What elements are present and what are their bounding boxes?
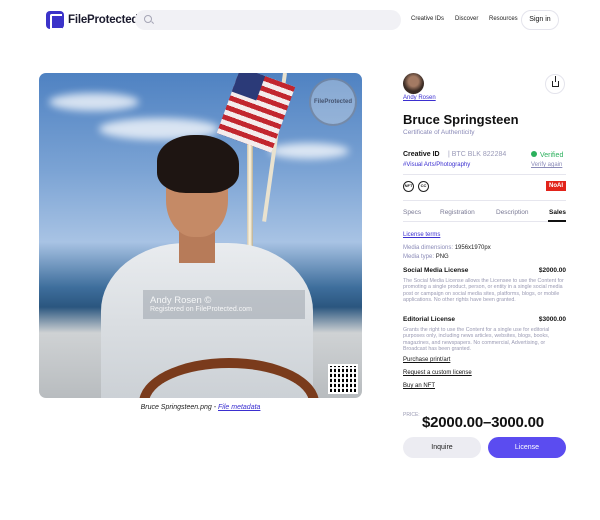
category-tag[interactable]: #Visual Arts/Photography bbox=[403, 162, 470, 168]
media-type: Media type: PNG bbox=[403, 254, 449, 260]
search-icon bbox=[144, 15, 152, 23]
person-hair bbox=[157, 135, 239, 193]
verified-label: Verified bbox=[540, 152, 564, 159]
tab-sales[interactable]: Sales bbox=[549, 209, 566, 216]
inquire-button[interactable]: Inquire bbox=[403, 437, 481, 458]
editorial-license-price: $3000.00 bbox=[538, 316, 566, 323]
active-tab-indicator bbox=[548, 220, 566, 222]
buy-nft-link[interactable]: Buy an NFT bbox=[403, 383, 435, 389]
media-dimensions-label: Media dimensions: bbox=[403, 245, 454, 251]
author-avatar[interactable] bbox=[403, 73, 424, 94]
tabs-divider bbox=[403, 221, 566, 222]
share-button[interactable] bbox=[545, 74, 565, 94]
fileprotected-logo-icon bbox=[46, 11, 64, 30]
top-header: FileProtected Creative IDs Discover Reso… bbox=[0, 0, 600, 40]
noai-badge: NoAI bbox=[546, 181, 566, 191]
cloud-shape bbox=[49, 93, 139, 111]
watermark-subtitle: Registered on FileProtected.com bbox=[150, 306, 252, 313]
social-media-license-description: The Social Media License allows the Lice… bbox=[403, 278, 564, 304]
social-media-license-title[interactable]: Social Media License bbox=[403, 267, 468, 274]
license-button[interactable]: License bbox=[488, 437, 566, 458]
media-type-label: Media type: bbox=[403, 254, 435, 260]
artwork-title: Bruce Springsteen bbox=[403, 112, 519, 127]
certificate-subtitle: Certificate of Authenticity bbox=[403, 129, 475, 136]
tab-registration[interactable]: Registration bbox=[440, 209, 475, 216]
american-flag bbox=[216, 73, 296, 153]
request-custom-license-link[interactable]: Request a custom license bbox=[403, 370, 472, 376]
creative-id-value: | BTC BLK 822284 bbox=[448, 151, 507, 158]
tab-specs[interactable]: Specs bbox=[403, 209, 421, 216]
divider bbox=[403, 174, 566, 175]
check-circle-icon bbox=[531, 151, 537, 157]
verified-status: Verified bbox=[531, 151, 563, 159]
watermark-title: Andy Rosen © bbox=[150, 295, 212, 306]
search-input[interactable] bbox=[157, 10, 397, 30]
media-dimensions: Media dimensions: 1956x1970px bbox=[403, 245, 491, 251]
artwork-image[interactable]: Andy Rosen © Registered on FileProtected… bbox=[39, 73, 362, 398]
creative-id-label: Creative ID bbox=[403, 151, 440, 158]
creative-commons-icon: CC bbox=[418, 181, 429, 192]
purchase-print-link[interactable]: Purchase print/art bbox=[403, 357, 450, 363]
social-media-license-price: $2000.00 bbox=[538, 267, 566, 274]
price-range: $2000.00–3000.00 bbox=[422, 414, 544, 431]
author-link[interactable]: Andy Rosen bbox=[403, 95, 436, 101]
license-terms-link[interactable]: License terms bbox=[403, 232, 440, 238]
editorial-license-title[interactable]: Editorial License bbox=[403, 316, 455, 323]
stamp-text: FileProtected bbox=[313, 99, 352, 105]
brand-logo[interactable]: FileProtected bbox=[46, 11, 139, 30]
media-dimensions-value: 1956x1970px bbox=[454, 245, 491, 251]
sign-in-button[interactable]: Sign in bbox=[521, 10, 559, 30]
nav-discover[interactable]: Discover bbox=[455, 16, 478, 22]
qr-code-icon[interactable] bbox=[328, 364, 358, 394]
image-caption: Bruce Springsteen.png - File metadata bbox=[39, 404, 362, 411]
brand-name: FileProtected bbox=[68, 14, 139, 26]
editorial-license-description: Grants the right to use the Content for … bbox=[403, 327, 550, 353]
nft-icon: NFT bbox=[403, 181, 414, 192]
verify-again-link[interactable]: Verify again bbox=[531, 162, 562, 168]
nav-resources[interactable]: Resources bbox=[489, 16, 518, 22]
caption-filename: Bruce Springsteen.png bbox=[140, 404, 212, 411]
tab-description[interactable]: Description bbox=[496, 209, 529, 216]
media-type-value: PNG bbox=[435, 254, 449, 260]
search-bar[interactable] bbox=[135, 10, 401, 30]
cloud-shape bbox=[269, 143, 349, 159]
price-label: PRICE: bbox=[403, 412, 420, 418]
divider bbox=[403, 200, 566, 201]
file-metadata-link[interactable]: File metadata bbox=[218, 404, 260, 411]
share-icon bbox=[552, 76, 559, 87]
fileprotected-stamp: FileProtected bbox=[309, 78, 357, 126]
nav-creative-ids[interactable]: Creative IDs bbox=[411, 16, 444, 22]
